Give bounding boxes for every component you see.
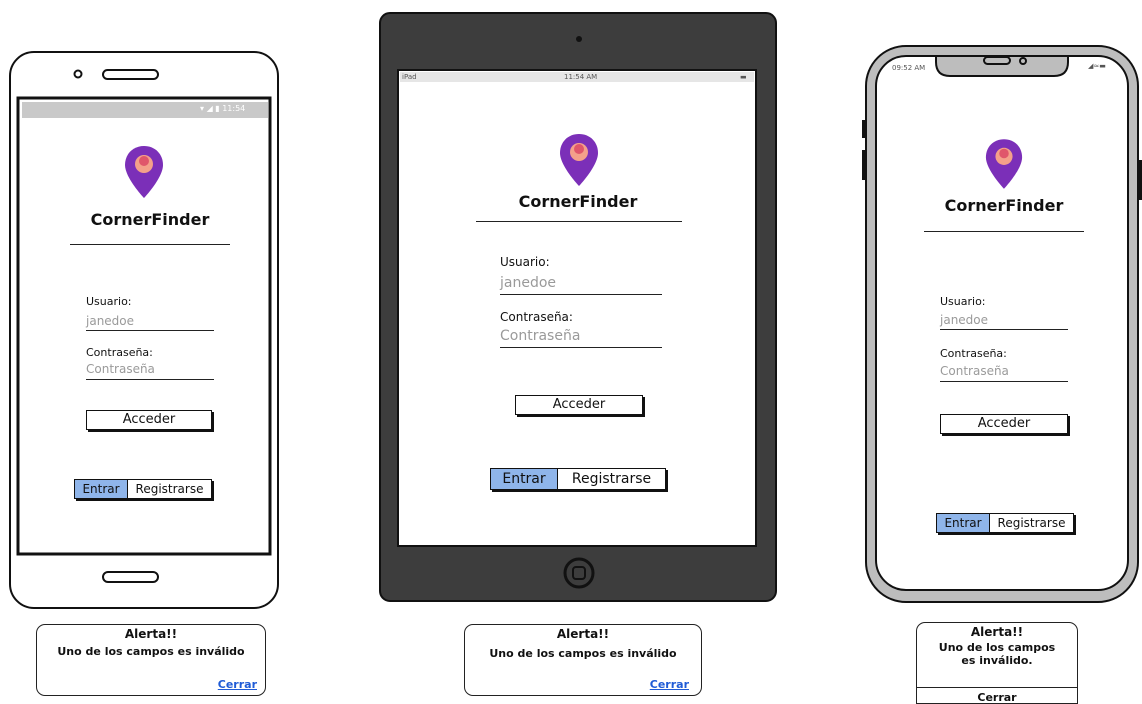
location-pin-icon [985, 139, 1023, 189]
alert-dialog: Alerta!! Uno de los campos es inválido C… [36, 624, 266, 696]
alert-title: Alerta!! [124, 627, 178, 641]
status-time: 09:52 AM [892, 64, 926, 72]
auth-tabs: Entrar Registrarse [490, 468, 666, 490]
status-carrier: iPad [402, 73, 417, 81]
signal-icon: ◢ [206, 104, 213, 113]
tab-register[interactable]: Registrarse [990, 514, 1073, 532]
username-underline [500, 294, 662, 295]
wifi-icon: ▾ [200, 104, 205, 113]
android-phone: ▾ ◢ ▮ 11:54 CornerFinder Usuario: janedo… [0, 40, 290, 612]
auth-tabs: Entrar Registrarse [74, 479, 212, 499]
status-time: 11:54 AM [564, 73, 598, 81]
username-label: Usuario: [86, 295, 132, 308]
login-button[interactable]: Acceder [940, 414, 1068, 434]
alert-title: Alerta!! [970, 625, 1024, 639]
login-button[interactable]: Acceder [86, 410, 212, 430]
camera-icon [576, 36, 582, 42]
tab-login[interactable]: Entrar [75, 480, 128, 498]
title-divider [70, 244, 230, 245]
app-title: CornerFinder [944, 196, 1064, 215]
alert-message: Uno de los campos es inválido [489, 647, 677, 660]
username-input[interactable]: janedoe [940, 313, 988, 327]
alert-dialog: Alerta!! Uno de los campos es inválido C… [464, 624, 702, 696]
battery-icon: ▬ [1099, 62, 1106, 70]
tab-register[interactable]: Registrarse [558, 469, 665, 489]
username-label: Usuario: [940, 295, 986, 308]
username-input[interactable]: janedoe [86, 314, 134, 328]
iphone: 09:52 AM ◢≈▬ CornerFinder Usuario: janed… [858, 40, 1142, 606]
alert-dialog: Alerta!! Uno de los campos es inválido. … [916, 622, 1078, 704]
login-button[interactable]: Acceder [515, 395, 643, 415]
title-divider [476, 221, 682, 222]
android-phone-frame [9, 51, 279, 609]
password-label: Contraseña: [500, 310, 573, 324]
tab-login[interactable]: Entrar [937, 514, 990, 532]
password-label: Contraseña: [86, 346, 153, 359]
alert-title: Alerta!! [556, 627, 610, 641]
username-input[interactable]: janedoe [500, 275, 556, 291]
battery-icon: ▮ [215, 104, 220, 113]
ipad: iPad 11:54 AM ▬ CornerFinder Usuario: ja… [378, 10, 780, 604]
password-underline [86, 379, 214, 380]
alert-close-button[interactable]: Cerrar [917, 691, 1077, 704]
location-pin-icon [125, 146, 163, 198]
ipad-frame [379, 12, 777, 602]
password-input[interactable]: Contraseña [940, 364, 1009, 378]
username-underline [940, 329, 1068, 330]
alert-close-link[interactable]: Cerrar [650, 678, 689, 691]
password-label: Contraseña: [940, 347, 1007, 360]
alert-divider [917, 687, 1077, 688]
password-underline [940, 381, 1068, 382]
alert-close-link[interactable]: Cerrar [218, 678, 257, 691]
location-pin-icon [560, 134, 598, 186]
password-underline [500, 347, 662, 348]
title-divider [924, 231, 1084, 232]
auth-tabs: Entrar Registrarse [936, 513, 1074, 533]
tab-login[interactable]: Entrar [491, 469, 558, 489]
password-input[interactable]: Contraseña [86, 362, 155, 376]
app-title: CornerFinder [90, 210, 210, 229]
alert-message: Uno de los campos es inválido [57, 645, 245, 658]
alert-message: Uno de los campos es inválido. [938, 641, 1056, 667]
username-underline [86, 330, 214, 331]
battery-icon: ▬ [740, 73, 747, 81]
app-title: CornerFinder [518, 192, 638, 211]
username-label: Usuario: [500, 255, 550, 269]
password-input[interactable]: Contraseña [500, 328, 580, 344]
status-bar-android: ▾ ◢ ▮ 11:54 [200, 104, 245, 113]
tab-register[interactable]: Registrarse [128, 480, 211, 498]
status-icons: ◢≈▬ [1088, 62, 1106, 70]
status-time: 11:54 [222, 104, 246, 113]
